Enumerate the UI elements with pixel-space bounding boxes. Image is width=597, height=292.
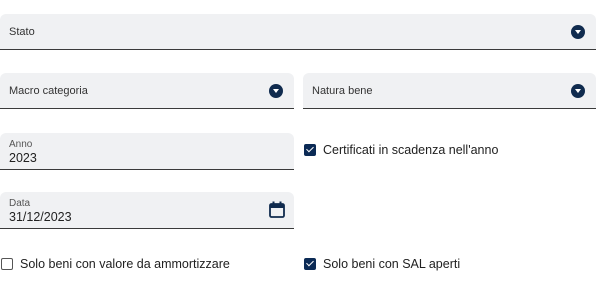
solo-beni-ammortizzare-label: Solo beni con valore da ammortizzare	[20, 257, 230, 271]
checkbox-checked-icon[interactable]	[304, 258, 316, 270]
anno-input[interactable]: Anno 2023	[0, 133, 294, 170]
dropdown-icon[interactable]	[571, 83, 585, 98]
data-label: Data	[9, 198, 31, 209]
anno-value[interactable]: 2023	[9, 151, 37, 165]
data-value[interactable]: 31/12/2023	[9, 210, 72, 224]
checkbox-unchecked-icon[interactable]	[1, 258, 13, 270]
dropdown-icon[interactable]	[571, 24, 585, 39]
stato-label: Stato	[9, 25, 35, 38]
stato-select[interactable]: Stato	[0, 14, 596, 50]
macro-categoria-label: Macro categoria	[9, 84, 88, 97]
natura-bene-select[interactable]: Natura bene	[303, 73, 596, 109]
checkbox-checked-icon[interactable]	[304, 144, 316, 156]
certificati-label: Certificati in scadenza nell'anno	[323, 143, 499, 157]
calendar-icon[interactable]	[269, 201, 285, 218]
solo-beni-sal-label: Solo beni con SAL aperti	[323, 257, 461, 271]
solo-beni-ammortizzare-checkbox[interactable]: Solo beni con valore da ammortizzare	[1, 257, 230, 271]
natura-bene-label: Natura bene	[312, 84, 373, 97]
anno-label: Anno	[9, 139, 33, 150]
data-input[interactable]: Data 31/12/2023	[0, 192, 294, 229]
certificati-checkbox[interactable]: Certificati in scadenza nell'anno	[304, 143, 498, 157]
solo-beni-sal-checkbox[interactable]: Solo beni con SAL aperti	[304, 257, 460, 271]
macro-categoria-select[interactable]: Macro categoria	[0, 73, 294, 109]
dropdown-icon[interactable]	[269, 83, 283, 98]
